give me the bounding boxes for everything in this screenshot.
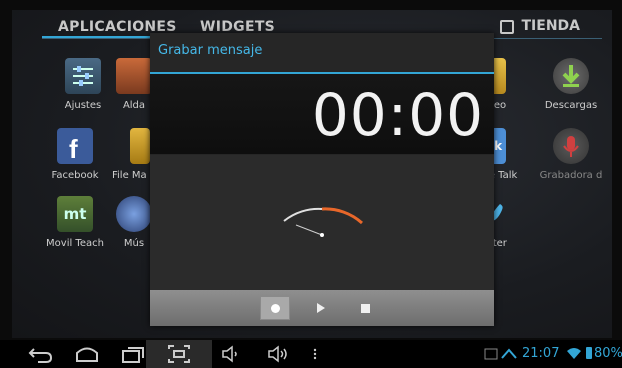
menu-icon[interactable] <box>312 344 318 364</box>
wifi-icon <box>567 348 581 359</box>
app-movil-teacher[interactable]: mt Movil Teach <box>40 196 110 249</box>
mic-icon <box>553 128 589 164</box>
play-button[interactable] <box>306 296 336 320</box>
needle-pivot <box>320 233 324 237</box>
playback-controls <box>150 290 494 326</box>
app-facebook[interactable]: f Facebook <box>40 128 110 181</box>
facebook-icon: f <box>57 128 93 164</box>
meter-arc-orange <box>321 207 364 225</box>
record-button[interactable] <box>260 296 290 320</box>
back-icon[interactable] <box>28 344 54 364</box>
meter-arc-white <box>283 207 323 222</box>
music-icon <box>116 196 152 232</box>
system-bar: 21:07 80% <box>0 340 622 368</box>
app-label: File Ma <box>112 170 147 181</box>
timer-display: 00:00 <box>311 81 484 149</box>
screenshot-icon <box>168 345 190 363</box>
home-icon[interactable] <box>74 344 100 364</box>
dialog-title: Grabar mensaje <box>158 43 263 58</box>
app-file-manager[interactable]: File Ma <box>112 128 152 181</box>
play-icon <box>317 303 325 313</box>
folder-icon <box>130 128 150 164</box>
tienda-button[interactable]: TIENDA <box>522 18 581 34</box>
app-label: Facebook <box>51 170 99 181</box>
store-icon[interactable] <box>500 20 514 34</box>
battery-percent: 80% <box>594 346 622 361</box>
usb-notification-icon[interactable] <box>500 346 518 360</box>
app-label: Grabadora d <box>539 170 603 181</box>
recents-icon[interactable] <box>120 344 146 364</box>
record-icon <box>270 303 280 313</box>
app-icon <box>116 58 152 94</box>
app-label: Ajustes <box>64 100 102 111</box>
screenshot-button[interactable] <box>146 340 212 368</box>
status-clock: 21:07 <box>522 346 560 361</box>
record-message-dialog: Grabar mensaje 00:00 <box>150 33 494 326</box>
app-grabadora[interactable]: Grabadora d <box>536 128 606 181</box>
app-icon: mt <box>57 196 93 232</box>
app-ajustes[interactable]: Ajustes <box>48 58 118 111</box>
meter-needle <box>295 224 323 236</box>
volume-down-icon[interactable] <box>220 344 242 364</box>
app-label: Descargas <box>544 100 598 111</box>
app-label: Alda <box>122 100 146 111</box>
settings-icon <box>65 58 101 94</box>
app-label: Movil Teach <box>46 238 104 249</box>
gallery-notification-icon[interactable] <box>484 348 498 360</box>
stop-icon <box>360 303 370 313</box>
app-musica[interactable]: Mús <box>116 196 152 249</box>
downloads-icon <box>553 58 589 94</box>
svg-text:f: f <box>69 134 78 164</box>
app-descargas[interactable]: Descargas <box>536 58 606 111</box>
app-alda[interactable]: Alda <box>116 58 152 111</box>
app-label: Mús <box>123 238 145 249</box>
vu-meter <box>283 207 364 237</box>
battery-icon <box>586 347 592 359</box>
volume-up-icon[interactable] <box>266 344 292 364</box>
stop-button[interactable] <box>350 296 380 320</box>
level-meter-area <box>150 155 494 290</box>
